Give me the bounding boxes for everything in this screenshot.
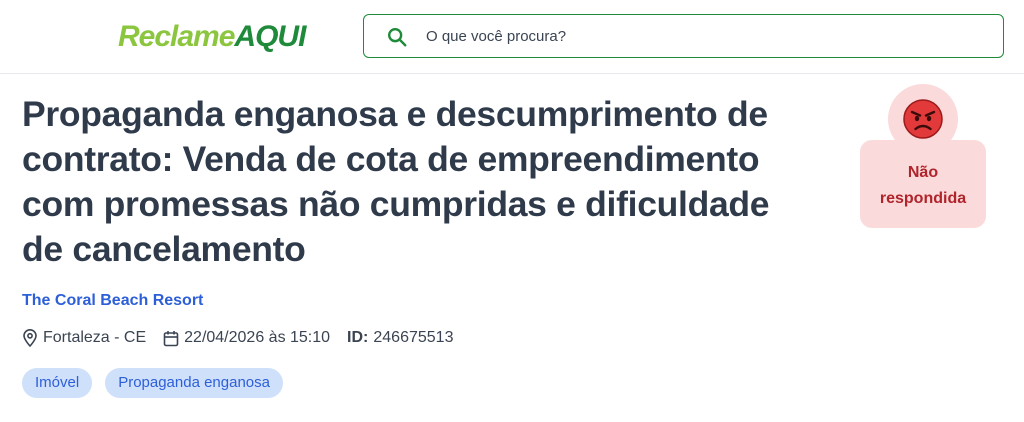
top-header: ReclameAQUI bbox=[0, 0, 1024, 74]
complaint-id: ID: 246675513 bbox=[347, 329, 453, 347]
date-info: 22/04/2026 às 15:10 bbox=[163, 329, 330, 347]
complaint-meta: Fortaleza - CE 22/04/2026 às 15:10 ID: 2… bbox=[22, 327, 453, 349]
id-value: 246675513 bbox=[373, 329, 454, 346]
status-badge: Não respondida bbox=[860, 84, 986, 228]
logo-text-reclame: Reclame bbox=[118, 20, 235, 53]
angry-face-icon bbox=[903, 99, 943, 139]
status-label: Não respondida bbox=[860, 160, 986, 212]
date-text: 22/04/2026 às 15:10 bbox=[184, 329, 331, 346]
status-label-line2: respondida bbox=[879, 190, 967, 207]
status-label-line1: Não bbox=[907, 164, 939, 181]
search-icon[interactable] bbox=[386, 26, 408, 48]
reclame-aqui-logo[interactable]: ReclameAQUI bbox=[118, 20, 306, 54]
tag-imovel[interactable]: Imóvel bbox=[22, 368, 93, 398]
search-bar[interactable] bbox=[363, 14, 1004, 58]
company-link[interactable]: The Coral Beach Resort bbox=[22, 292, 203, 310]
tag-propaganda-enganosa[interactable]: Propaganda enganosa bbox=[105, 368, 283, 398]
search-input[interactable] bbox=[426, 23, 986, 49]
logo-text-aqui: AQUI bbox=[234, 20, 306, 53]
id-label: ID: bbox=[347, 329, 369, 346]
map-pin-icon bbox=[23, 329, 37, 347]
calendar-icon bbox=[163, 330, 179, 346]
complaint-title: Propaganda enganosa e descumprimento de … bbox=[22, 94, 770, 269]
location-text: Fortaleza - CE bbox=[43, 329, 147, 346]
category-tags: Imóvel Propaganda enganosa bbox=[22, 368, 296, 398]
location-info: Fortaleza - CE bbox=[22, 329, 146, 347]
